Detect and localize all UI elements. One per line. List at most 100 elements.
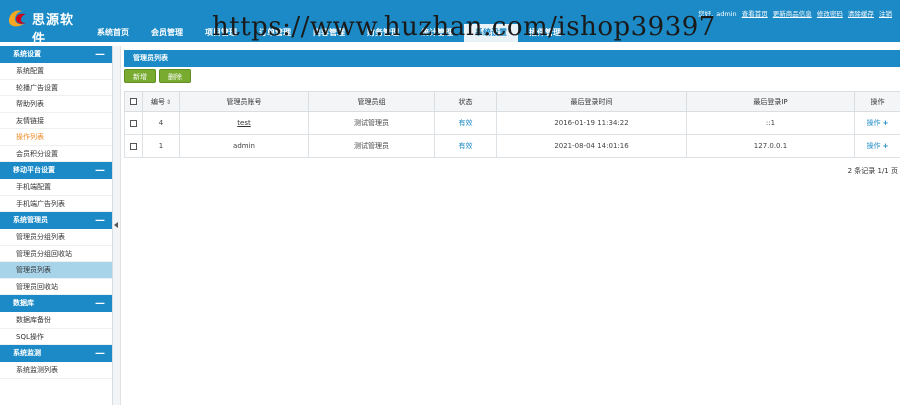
row-select-cell	[124, 111, 143, 135]
logo-icon	[9, 10, 26, 27]
nav-projects[interactable]: 项目管理	[194, 24, 248, 42]
account-text: admin	[233, 142, 255, 150]
sidebar-item-system-config[interactable]: 系统配置	[0, 63, 112, 80]
sidebar-item-banner-settings[interactable]: 轮播广告设置	[0, 80, 112, 96]
cell-status: 有效	[434, 111, 497, 135]
sidebar-item-operation-list[interactable]: 操作列表	[0, 129, 112, 146]
logo[interactable]: 思源软件	[6, 6, 86, 47]
col-last-login: 最后登录时间	[496, 91, 687, 112]
nav-home[interactable]: 系统首页	[86, 24, 140, 42]
main-content: 管理员列表 新增 删除 编号⇕ 管理员账号 管理员组 状态 最后登录时间 最后登…	[124, 46, 900, 405]
sidebar-item-monitor-list[interactable]: 系统监测列表	[0, 362, 112, 379]
col-status: 状态	[434, 91, 497, 112]
select-all-checkbox[interactable]	[130, 98, 137, 105]
update-goods-link[interactable]: 更新商品信息	[773, 10, 812, 18]
table-row: 4 test 测试管理员 有效 2016-01-19 11:34:22 ::1 …	[124, 111, 900, 135]
view-home-link[interactable]: 查看首页	[742, 10, 768, 18]
sidebar-item-points-settings[interactable]: 会员积分设置	[0, 146, 112, 162]
sidebar-group-system-settings[interactable]: 系统设置 —	[0, 46, 112, 63]
col-account: 管理员账号	[179, 91, 309, 112]
sidebar-group-title: 移动平台设置	[13, 166, 55, 174]
cell-actions: 操作 +	[854, 111, 900, 135]
top-header: 思源软件 系统首页 会员管理 项目管理 订单管理 内容管理 财务管理 统计管理 …	[0, 0, 900, 47]
nav-plugins[interactable]: 插件管理	[518, 24, 572, 42]
sidebar-group-mobile[interactable]: 移动平台设置 —	[0, 162, 112, 179]
col-actions: 操作	[854, 91, 900, 112]
collapse-icon[interactable]: —	[95, 295, 105, 312]
arrow-left-icon[interactable]	[114, 222, 118, 228]
row-checkbox[interactable]	[130, 142, 137, 150]
collapse-icon[interactable]: —	[95, 46, 105, 63]
operation-label: 操作	[866, 142, 881, 150]
nav-finance[interactable]: 财务管理	[356, 24, 410, 42]
nav-orders[interactable]: 订单管理	[248, 24, 302, 42]
nav-content[interactable]: 内容管理	[302, 24, 356, 42]
sidebar-item-mobile-config[interactable]: 手机端配置	[0, 179, 112, 196]
cell-account: admin	[179, 134, 309, 158]
collapse-icon[interactable]: —	[95, 212, 105, 229]
sidebar-group-title: 数据库	[13, 299, 34, 307]
col-id[interactable]: 编号⇕	[142, 91, 180, 112]
sidebar-group-title: 系统设置	[13, 50, 41, 58]
delete-button[interactable]: 删除	[159, 69, 191, 83]
cell-account: test	[179, 111, 309, 135]
status-toggle[interactable]: 有效	[459, 142, 473, 150]
cell-status: 有效	[434, 134, 497, 158]
col-last-ip: 最后登录IP	[686, 91, 855, 112]
status-toggle[interactable]: 有效	[459, 119, 473, 127]
greeting: 您好,	[698, 10, 714, 18]
plus-icon[interactable]: +	[883, 119, 889, 127]
sidebar-item-admin-list[interactable]: 管理员列表	[0, 262, 112, 279]
cell-id: 4	[142, 111, 180, 135]
sidebar-item-help-list[interactable]: 帮助列表	[0, 96, 112, 113]
row-checkbox[interactable]	[130, 119, 137, 127]
sidebar-item-friend-links[interactable]: 友情链接	[0, 113, 112, 129]
col-group: 管理员组	[308, 91, 435, 112]
select-all-cell	[124, 91, 143, 112]
sidebar-item-sql[interactable]: SQL操作	[0, 329, 112, 345]
collapse-icon[interactable]: —	[95, 162, 105, 179]
username: admin	[716, 10, 737, 18]
change-password-link[interactable]: 修改密码	[817, 10, 843, 18]
add-button[interactable]: 新增	[124, 69, 156, 83]
sidebar-item-admin-group-recycle[interactable]: 管理员分组回收站	[0, 246, 112, 262]
sidebar-group-database[interactable]: 数据库 —	[0, 295, 112, 312]
toolbar: 新增 删除	[124, 69, 194, 85]
cell-ip: 127.0.0.1	[686, 134, 855, 158]
collapse-icon[interactable]: —	[95, 345, 105, 362]
sidebar-item-db-backup[interactable]: 数据库备份	[0, 312, 112, 329]
cell-last-login: 2021-08-04 14:01:16	[496, 134, 687, 158]
cell-actions: 操作 +	[854, 134, 900, 158]
sidebar-group-title: 系统监测	[13, 349, 41, 357]
table-header-row: 编号⇕ 管理员账号 管理员组 状态 最后登录时间 最后登录IP 操作	[124, 91, 900, 112]
sidebar-item-admin-groups[interactable]: 管理员分组列表	[0, 229, 112, 246]
sidebar-toggle[interactable]	[113, 46, 121, 405]
cell-group: 测试管理员	[308, 134, 435, 158]
main-nav: 系统首页 会员管理 项目管理 订单管理 内容管理 财务管理 统计管理 系统设置 …	[86, 24, 572, 42]
clear-cache-link[interactable]: 清除缓存	[848, 10, 874, 18]
nav-system-settings[interactable]: 系统设置	[464, 24, 518, 42]
nav-stats[interactable]: 统计管理	[410, 24, 464, 42]
nav-members[interactable]: 会员管理	[140, 24, 194, 42]
row-select-cell	[124, 134, 143, 158]
cell-id: 1	[142, 134, 180, 158]
admin-table: 编号⇕ 管理员账号 管理员组 状态 最后登录时间 最后登录IP 操作 4 tes…	[124, 91, 900, 158]
account-link[interactable]: test	[237, 119, 250, 127]
sidebar-group-admins[interactable]: 系统管理员 —	[0, 212, 112, 229]
operation-menu[interactable]: 操作 +	[867, 119, 889, 127]
table-row: 1 admin 测试管理员 有效 2021-08-04 14:01:16 127…	[124, 134, 900, 158]
operation-label: 操作	[866, 119, 881, 127]
sidebar-item-mobile-ads[interactable]: 手机端广告列表	[0, 196, 112, 212]
operation-menu[interactable]: 操作 +	[867, 142, 889, 150]
sidebar-item-admin-recycle[interactable]: 管理员回收站	[0, 279, 112, 295]
logout-link[interactable]: 注销	[879, 10, 892, 18]
col-id-label: 编号	[150, 97, 165, 106]
cell-group: 测试管理员	[308, 111, 435, 135]
sidebar: 系统设置 — 系统配置 轮播广告设置 帮助列表 友情链接 操作列表 会员积分设置 …	[0, 46, 113, 405]
panel-title: 管理员列表	[124, 50, 900, 67]
plus-icon[interactable]: +	[883, 142, 889, 150]
cell-ip: ::1	[686, 111, 855, 135]
sort-icon[interactable]: ⇕	[166, 99, 171, 106]
cell-last-login: 2016-01-19 11:34:22	[496, 111, 687, 135]
sidebar-group-monitor[interactable]: 系统监测 —	[0, 345, 112, 362]
